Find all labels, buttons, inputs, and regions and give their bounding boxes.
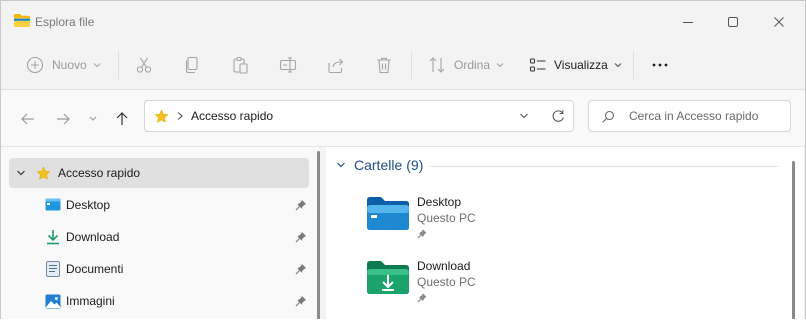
folder-app-icon: [14, 14, 30, 27]
delete-button[interactable]: [375, 50, 393, 80]
folder-name: Download: [417, 259, 471, 273]
close-icon: [774, 17, 784, 27]
sidebar-item-pictures[interactable]: Immagini: [9, 286, 309, 316]
chevron-down-icon: [614, 63, 622, 68]
paste-icon: [233, 56, 248, 74]
pin-icon: [417, 293, 427, 303]
toolbar-divider: [411, 51, 412, 79]
folder-item-desktop[interactable]: Desktop Questo PC: [366, 193, 726, 249]
content-pane: Cartelle (9) Desktop Questo PC Download …: [326, 147, 804, 319]
view-list-icon: [529, 58, 546, 72]
forward-button[interactable]: [51, 107, 75, 131]
toolbar-divider: [118, 51, 119, 79]
sidebar-item-label: Accesso rapido: [58, 166, 141, 180]
arrow-right-icon: [57, 113, 70, 125]
close-button[interactable]: [756, 8, 802, 36]
folder-location: Questo PC: [417, 275, 476, 289]
sidebar-item-quick-access[interactable]: Accesso rapido: [9, 158, 309, 188]
recent-locations-button[interactable]: [81, 107, 105, 131]
pin-icon[interactable]: [295, 263, 307, 275]
search-input[interactable]: Cerca in Accesso rapido: [588, 100, 791, 132]
title-bar: Esplora file: [1, 1, 805, 43]
chevron-down-icon: [93, 63, 101, 68]
search-icon: [602, 110, 615, 123]
sidebar-item-label: Documenti: [66, 262, 124, 276]
chevron-down-icon[interactable]: [519, 112, 529, 120]
paste-button[interactable]: [231, 50, 249, 80]
sidebar-item-label: Immagini: [66, 294, 115, 308]
address-path: Accesso rapido: [191, 109, 274, 123]
section-count: (9): [406, 157, 424, 173]
folders-section-header[interactable]: Cartelle (9): [336, 157, 423, 173]
chevron-down-icon: [89, 116, 97, 121]
minimize-button[interactable]: [665, 8, 711, 36]
chevron-down-icon: [337, 162, 345, 168]
rename-button[interactable]: [279, 50, 297, 80]
folder-location: Questo PC: [417, 211, 476, 225]
toolbar-divider: [633, 51, 634, 79]
cut-icon: [136, 57, 152, 73]
navigation-pane: Accesso rapido Desktop Download Document…: [1, 147, 319, 319]
arrow-up-icon: [116, 112, 128, 125]
sort-button-label: Ordina: [454, 58, 491, 72]
copy-button[interactable]: [183, 50, 201, 80]
maximize-button[interactable]: [710, 8, 756, 36]
pin-icon[interactable]: [295, 199, 307, 211]
desktop-folder-icon: [367, 197, 409, 230]
folder-item-download[interactable]: Download Questo PC: [366, 257, 726, 313]
address-row: Accesso rapido Cerca in Accesso rapido: [1, 90, 805, 147]
download-icon: [47, 230, 59, 245]
window-title: Esplora file: [35, 15, 95, 29]
command-bar: Nuovo Ordina Visualizza: [1, 43, 805, 90]
download-folder-icon: [367, 261, 409, 294]
pin-icon[interactable]: [295, 231, 307, 243]
rename-icon: [279, 57, 297, 73]
sort-button[interactable]: Ordina: [428, 50, 504, 80]
view-button-label: Visualizza: [554, 58, 608, 72]
refresh-icon[interactable]: [551, 109, 565, 123]
trash-icon: [377, 57, 391, 74]
arrow-left-icon: [21, 113, 34, 125]
file-explorer-window: Esplora file Nuovo Ordina Visualizza Acc…: [0, 0, 806, 319]
more-icon: [652, 63, 668, 67]
folder-name: Desktop: [417, 195, 462, 209]
section-label: Cartelle: [354, 157, 403, 173]
more-options-button[interactable]: [651, 50, 669, 80]
sidebar-item-documents[interactable]: Documenti: [9, 254, 309, 284]
sort-icon: [429, 57, 445, 73]
section-divider: [430, 166, 778, 167]
address-bar[interactable]: Accesso rapido: [144, 100, 574, 132]
pin-icon[interactable]: [295, 295, 307, 307]
chevron-down-icon: [17, 170, 25, 176]
chevron-down-icon: [496, 63, 504, 68]
documents-icon: [46, 261, 60, 277]
sidebar-item-label: Download: [66, 230, 120, 244]
new-button[interactable]: Nuovo: [26, 50, 101, 80]
navigation-pane-scrollbar[interactable]: [317, 151, 320, 319]
minimize-icon: [683, 22, 693, 23]
share-icon: [328, 58, 344, 74]
sidebar-item-label: Desktop: [66, 198, 111, 212]
sidebar-item-download[interactable]: Download: [9, 222, 309, 252]
view-button[interactable]: Visualizza: [529, 50, 622, 80]
pictures-icon: [45, 294, 61, 308]
desktop-icon: [45, 198, 61, 211]
star-icon: [154, 109, 169, 123]
star-icon: [36, 165, 51, 180]
maximize-icon: [728, 17, 738, 27]
search-placeholder: Cerca in Accesso rapido: [629, 109, 759, 123]
plus-circle-icon: [26, 56, 44, 74]
share-button[interactable]: [327, 50, 345, 80]
chevron-right-icon: [177, 112, 183, 120]
new-button-label: Nuovo: [52, 58, 87, 72]
cut-button[interactable]: [135, 50, 153, 80]
up-button[interactable]: [110, 107, 134, 131]
pin-icon: [417, 229, 427, 239]
copy-icon: [185, 56, 198, 74]
sidebar-item-desktop[interactable]: Desktop: [9, 190, 309, 220]
content-pane-scrollbar[interactable]: [792, 161, 795, 319]
back-button[interactable]: [16, 107, 40, 131]
